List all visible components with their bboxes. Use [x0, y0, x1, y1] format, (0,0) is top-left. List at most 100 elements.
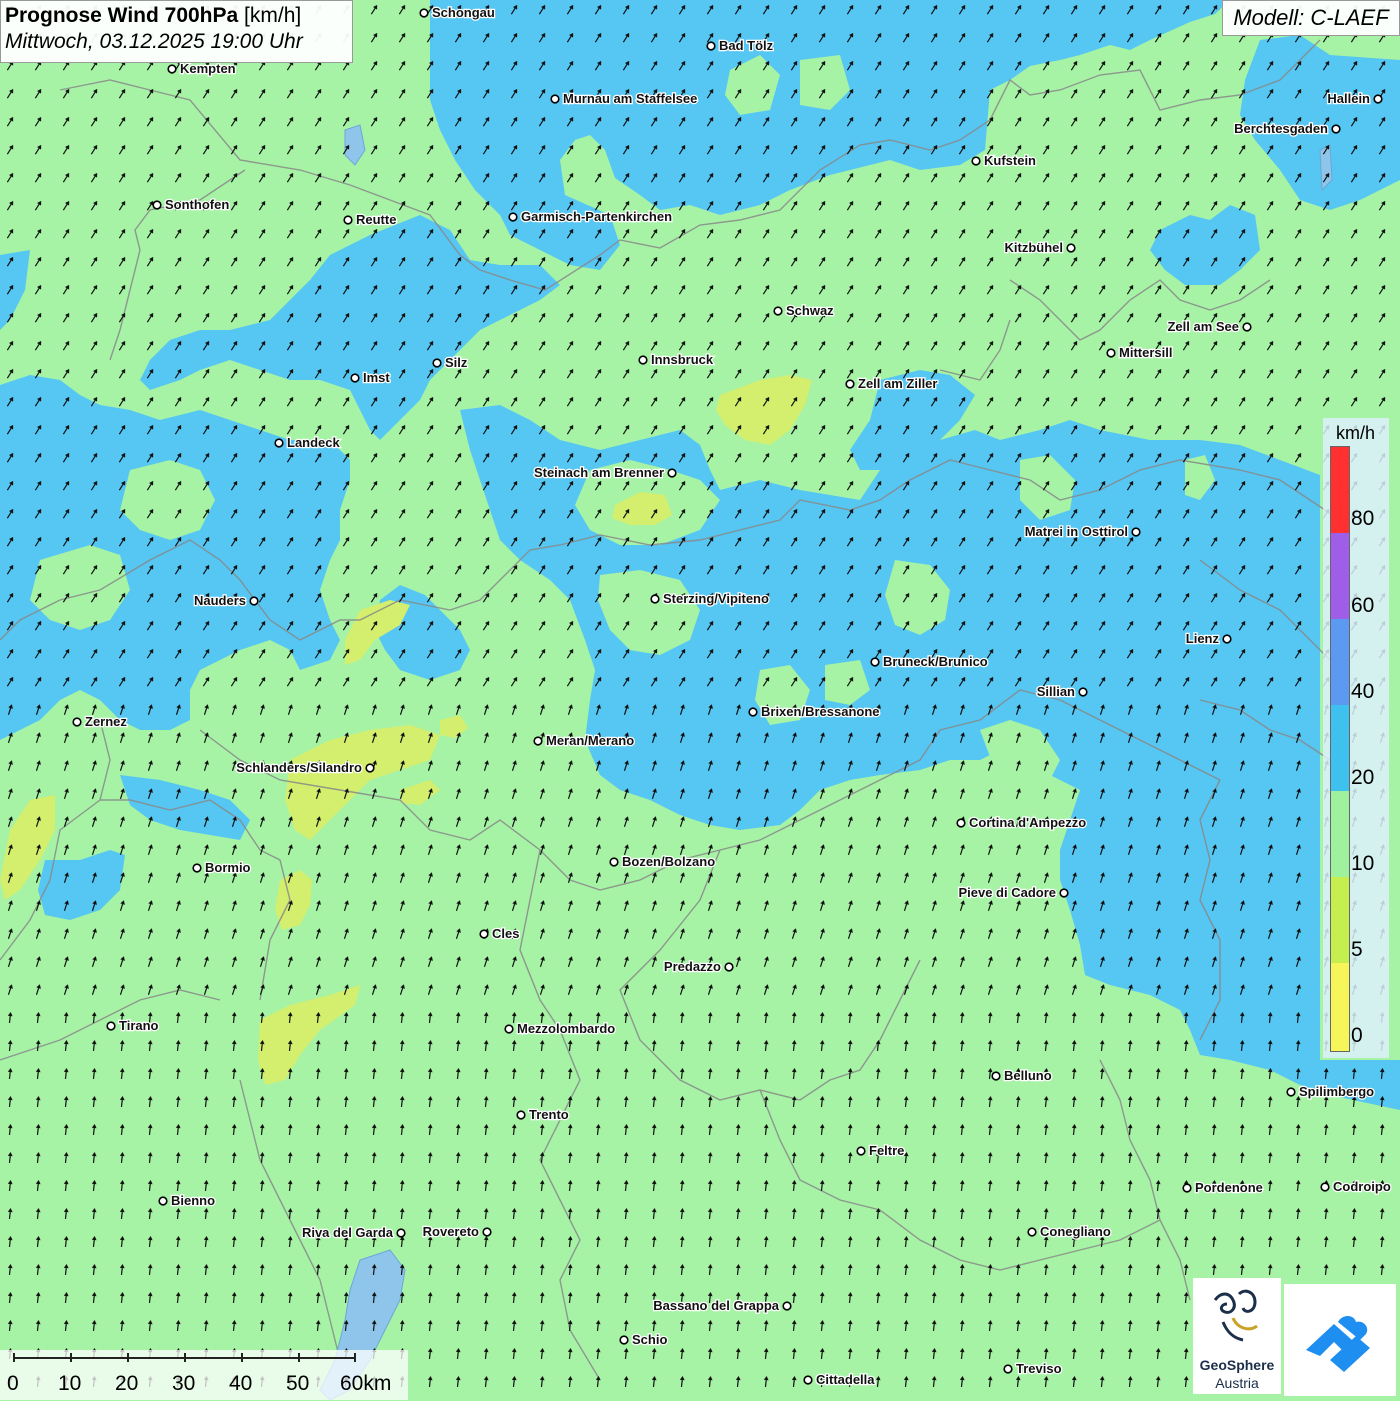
- city-dot-icon: [971, 156, 981, 166]
- city-marker: Garmisch-Partenkirchen: [508, 208, 673, 225]
- city-dot-icon: [1222, 634, 1232, 644]
- city-label: Lienz: [1186, 631, 1220, 646]
- city-marker: Pieve di Cadore: [957, 884, 1069, 901]
- scale-tick: [298, 1353, 300, 1362]
- city-marker: Zell am Ziller: [845, 375, 939, 392]
- city-label: Trento: [529, 1107, 569, 1122]
- title-unit: [km/h]: [244, 4, 302, 27]
- city-label: Spilimbergo: [1299, 1084, 1374, 1099]
- city-label: Cittadella: [816, 1372, 875, 1387]
- city-dot-icon: [870, 657, 880, 667]
- city-label: Nauders: [194, 593, 246, 608]
- city-marker: Riva del Garda: [301, 1224, 406, 1241]
- city-dot-icon: [1242, 322, 1252, 332]
- city-label: Meran/Merano: [546, 733, 634, 748]
- city-marker: Steinach am Brenner: [533, 464, 677, 481]
- city-dot-icon: [638, 355, 648, 365]
- city-marker: Murnau am Staffelsee: [550, 90, 699, 107]
- city-dot-icon: [419, 8, 429, 18]
- city-label: Rovereto: [423, 1224, 479, 1239]
- city-label: Sonthofen: [165, 197, 229, 212]
- city-dot-icon: [106, 1021, 116, 1031]
- city-label: Matrei in Osttirol: [1025, 524, 1128, 539]
- city-dot-icon: [1373, 94, 1383, 104]
- city-label: Silz: [445, 355, 468, 370]
- city-dot-icon: [856, 1146, 866, 1156]
- legend-color-bar: [1330, 446, 1350, 1052]
- city-marker: Conegliano: [1027, 1223, 1112, 1240]
- city-marker: Bozen/Bolzano: [609, 853, 716, 870]
- city-dot-icon: [619, 1335, 629, 1345]
- title-panel: Prognose Wind 700hPa [km/h] Mittwoch, 03…: [0, 0, 353, 63]
- city-dot-icon: [432, 358, 442, 368]
- city-marker: Meran/Merano: [533, 732, 635, 749]
- legend-tick-20: 20: [1351, 766, 1375, 789]
- city-label: Steinach am Brenner: [534, 465, 664, 480]
- city-marker: Berchtesgaden: [1233, 120, 1341, 137]
- city-dot-icon: [667, 468, 677, 478]
- city-dot-icon: [365, 763, 375, 773]
- legend-tick-60: 60: [1351, 594, 1375, 617]
- city-dot-icon: [192, 863, 202, 873]
- city-label: Codroipo: [1333, 1179, 1391, 1194]
- city-dot-icon: [516, 1110, 526, 1120]
- wind-map[interactable]: Schongau Bad Tölz Kempten Murnau am Staffel…: [0, 0, 1400, 1400]
- city-label: Pieve di Cadore: [958, 885, 1056, 900]
- legend-seg-5: [1331, 877, 1349, 963]
- city-dot-icon: [504, 1024, 514, 1034]
- scale-tick: [354, 1353, 356, 1362]
- city-dot-icon: [773, 306, 783, 316]
- city-marker: Matrei in Osttirol: [1023, 523, 1141, 540]
- city-label: Bormio: [205, 860, 251, 875]
- city-label: Schongau: [432, 5, 495, 20]
- scale-label: 50: [286, 1372, 310, 1395]
- city-dot-icon: [72, 717, 82, 727]
- model-label: Modell: C-LAEF: [1222, 0, 1400, 36]
- legend-tick-80: 80: [1351, 507, 1375, 530]
- city-label: Brixen/Bressanone: [761, 704, 880, 719]
- forecast-datetime: Mittwoch, 03.12.2025 19:00 Uhr: [5, 30, 303, 53]
- city-marker: Brixen/Bressanone: [748, 703, 881, 720]
- city-dot-icon: [249, 596, 259, 606]
- legend-seg-60: [1331, 533, 1349, 619]
- city-dot-icon: [508, 212, 518, 222]
- legend-unit: km/h: [1336, 423, 1376, 443]
- city-label: Tirano: [119, 1018, 159, 1033]
- city-label: Landeck: [287, 435, 341, 450]
- city-marker: Sterzing/Vipiteno: [650, 590, 770, 607]
- city-marker: Schongau: [419, 4, 496, 21]
- city-label: Imst: [363, 370, 390, 385]
- scale-label: 30: [172, 1372, 196, 1395]
- city-dot-icon: [1131, 527, 1141, 537]
- city-dot-icon: [956, 818, 966, 828]
- scale-label: 60km: [340, 1372, 392, 1395]
- geosphere-logo[interactable]: GeoSphere Austria: [1193, 1278, 1281, 1394]
- city-label: Kufstein: [984, 153, 1036, 168]
- city-label: Belluno: [1004, 1068, 1052, 1083]
- legend-seg-10: [1331, 791, 1349, 877]
- legend-tick-0: 0: [1351, 1024, 1363, 1047]
- city-label: Treviso: [1016, 1361, 1062, 1376]
- city-dot-icon: [803, 1375, 813, 1385]
- city-dot-icon: [782, 1301, 792, 1311]
- city-dot-icon: [1320, 1182, 1330, 1192]
- scale-label: 20: [115, 1372, 139, 1395]
- city-label: Predazzo: [664, 959, 721, 974]
- brand-logo[interactable]: [1284, 1284, 1396, 1396]
- city-label: Hallein: [1327, 91, 1370, 106]
- city-dot-icon: [343, 215, 353, 225]
- city-marker: Bruneck/Brunico: [870, 653, 989, 670]
- city-dot-icon: [533, 736, 543, 746]
- city-dot-icon: [748, 707, 758, 717]
- city-dot-icon: [350, 373, 360, 383]
- city-marker: Innsbruck: [638, 351, 715, 368]
- city-label: Bozen/Bolzano: [622, 854, 715, 869]
- legend-seg-20: [1331, 705, 1349, 791]
- scale-label: 10: [58, 1372, 82, 1395]
- city-dot-icon: [1003, 1364, 1013, 1374]
- city-dot-icon: [482, 1227, 492, 1237]
- scale-tick: [241, 1353, 243, 1362]
- city-dot-icon: [1066, 243, 1076, 253]
- city-label: Mezzolombardo: [517, 1021, 615, 1036]
- city-label: Murnau am Staffelsee: [563, 91, 697, 106]
